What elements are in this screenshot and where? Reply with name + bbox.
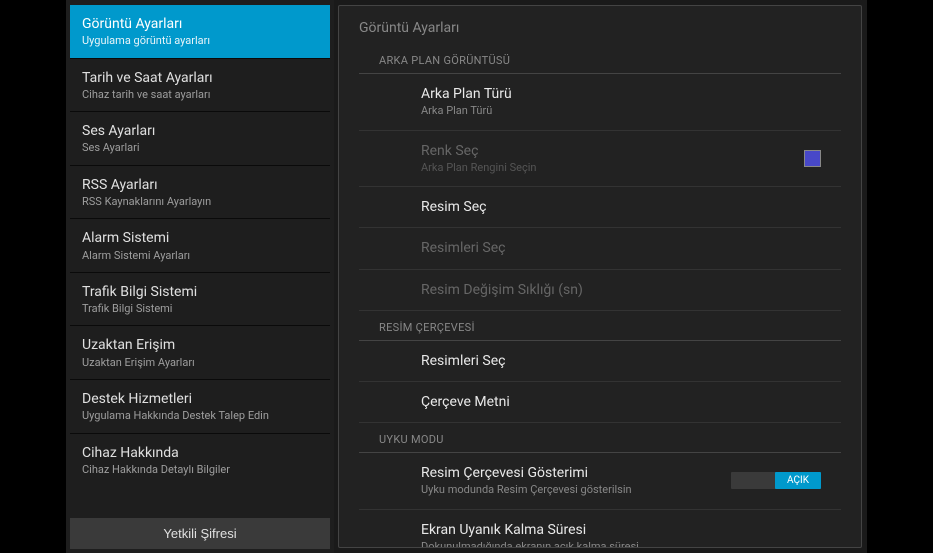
setting-subtitle: Dokunulmadığında ekranın açık kalma süre… <box>421 539 821 548</box>
sidebar-item-alarm[interactable]: Alarm Sistemi Alarm Sistemi Ayarları <box>70 219 330 273</box>
sidebar-item-datetime[interactable]: Tarih ve Saat Ayarları Cihaz tarih ve sa… <box>70 59 330 113</box>
sidebar-item-sublabel: Uygulama Hakkında Destek Talep Edin <box>82 408 318 423</box>
sidebar-item-support[interactable]: Destek Hizmetleri Uygulama Hakkında Dest… <box>70 380 330 434</box>
sidebar-item-display[interactable]: Görüntü Ayarları Uygulama görüntü ayarla… <box>70 5 330 59</box>
section-header-sleep: UYKU MODU <box>359 433 841 453</box>
sidebar-item-label: Trafik Bilgi Sistemi <box>82 283 318 301</box>
sidebar-item-sublabel: Cihaz tarih ve saat ayarları <box>82 87 318 102</box>
color-swatch <box>804 150 821 167</box>
setting-title: Resim Değişim Sıklığı (sn) <box>421 281 821 299</box>
main-container: Görüntü Ayarları Uygulama görüntü ayarla… <box>66 0 867 553</box>
setting-title: Resim Çerçevesi Gösterimi <box>421 464 731 482</box>
setting-text: Renk Seç Arka Plan Rengini Seçin <box>421 142 804 176</box>
sidebar-item-rss[interactable]: RSS Ayarları RSS Kaynaklarını Ayarlayın <box>70 166 330 220</box>
sidebar-item-sublabel: Cihaz Hakkında Detaylı Bilgiler <box>82 462 318 477</box>
setting-title: Resim Seç <box>421 198 821 216</box>
setting-text: Ekran Uyanık Kalma Süresi Dokunulmadığın… <box>421 521 821 548</box>
setting-title: Resimleri Seç <box>421 352 821 370</box>
setting-title: Renk Seç <box>421 142 804 160</box>
setting-text: Arka Plan Türü Arka Plan Türü <box>421 85 821 119</box>
setting-text: Resimleri Seç <box>421 352 821 370</box>
setting-subtitle: Uyku modunda Resim Çerçevesi gösterilsin <box>421 482 731 497</box>
sidebar-item-label: RSS Ayarları <box>82 176 318 194</box>
left-gutter <box>0 0 66 553</box>
page-title: Görüntü Ayarları <box>339 6 861 54</box>
sidebar-item-label: Uzaktan Erişim <box>82 336 318 354</box>
setting-title: Resimleri Seç <box>421 239 821 257</box>
sidebar-item-sublabel: Trafik Bilgi Sistemi <box>82 301 318 316</box>
sidebar-item-label: Tarih ve Saat Ayarları <box>82 69 318 87</box>
sidebar-item-sublabel: RSS Kaynaklarını Ayarlayın <box>82 194 318 209</box>
sidebar: Görüntü Ayarları Uygulama görüntü ayarla… <box>66 0 334 553</box>
right-gutter <box>867 0 933 553</box>
sidebar-item-label: Cihaz Hakkında <box>82 444 318 462</box>
setting-title: Ekran Uyanık Kalma Süresi <box>421 521 821 539</box>
setting-text: Resim Değişim Sıklığı (sn) <box>421 281 821 299</box>
setting-text: Resimleri Seç <box>421 239 821 257</box>
setting-bg-image[interactable]: Resim Seç <box>359 187 841 228</box>
setting-bg-type[interactable]: Arka Plan Türü Arka Plan Türü <box>359 74 841 131</box>
setting-frame-images[interactable]: Resimleri Seç <box>359 341 841 382</box>
setting-bg-freq[interactable]: Resim Değişim Sıklığı (sn) <box>359 270 841 311</box>
sidebar-item-sublabel: Uygulama görüntü ayarları <box>82 33 318 48</box>
sidebar-item-label: Destek Hizmetleri <box>82 390 318 408</box>
setting-bg-color[interactable]: Renk Seç Arka Plan Rengini Seçin <box>359 131 841 188</box>
sidebar-item-remote[interactable]: Uzaktan Erişim Uzaktan Erişim Ayarları <box>70 326 330 380</box>
setting-text: Çerçeve Metni <box>421 393 821 411</box>
sidebar-item-label: Ses Ayarları <box>82 122 318 140</box>
sidebar-item-label: Alarm Sistemi <box>82 229 318 247</box>
sidebar-item-traffic[interactable]: Trafik Bilgi Sistemi Trafik Bilgi Sistem… <box>70 273 330 327</box>
setting-sleep-awake-duration[interactable]: Ekran Uyanık Kalma Süresi Dokunulmadığın… <box>359 510 841 548</box>
setting-text: Resim Çerçevesi Gösterimi Uyku modunda R… <box>421 464 731 498</box>
sidebar-footer: Yetkili Şifresi <box>70 518 330 549</box>
content-panel: Görüntü Ayarları ARKA PLAN GÖRÜNTÜSÜ Ark… <box>338 5 862 548</box>
sidebar-item-sublabel: Alarm Sistemi Ayarları <box>82 248 318 263</box>
section-header-frame: RESİM ÇERÇEVESİ <box>359 321 841 341</box>
setting-frame-text[interactable]: Çerçeve Metni <box>359 382 841 423</box>
sidebar-item-sound[interactable]: Ses Ayarları Ses Ayarlari <box>70 112 330 166</box>
sidebar-item-sublabel: Uzaktan Erişim Ayarları <box>82 355 318 370</box>
setting-subtitle: Arka Plan Rengini Seçin <box>421 160 804 175</box>
setting-title: Arka Plan Türü <box>421 85 821 103</box>
content-inner: Görüntü Ayarları ARKA PLAN GÖRÜNTÜSÜ Ark… <box>339 6 861 548</box>
section-header-background: ARKA PLAN GÖRÜNTÜSÜ <box>359 54 841 74</box>
sidebar-item-about[interactable]: Cihaz Hakkında Cihaz Hakkında Detaylı Bi… <box>70 434 330 487</box>
toggle-handle-on: AÇIK <box>775 472 821 489</box>
sidebar-item-label: Görüntü Ayarları <box>82 15 318 33</box>
toggle-switch[interactable]: AÇIK <box>731 472 821 489</box>
setting-title: Çerçeve Metni <box>421 393 821 411</box>
setting-text: Resim Seç <box>421 198 821 216</box>
sidebar-items-list: Görüntü Ayarları Uygulama görüntü ayarla… <box>70 5 330 486</box>
setting-bg-images[interactable]: Resimleri Seç <box>359 228 841 269</box>
sidebar-item-sublabel: Ses Ayarlari <box>82 140 318 155</box>
setting-subtitle: Arka Plan Türü <box>421 103 821 118</box>
auth-password-button[interactable]: Yetkili Şifresi <box>70 518 330 549</box>
setting-sleep-show-frame[interactable]: Resim Çerçevesi Gösterimi Uyku modunda R… <box>359 453 841 510</box>
